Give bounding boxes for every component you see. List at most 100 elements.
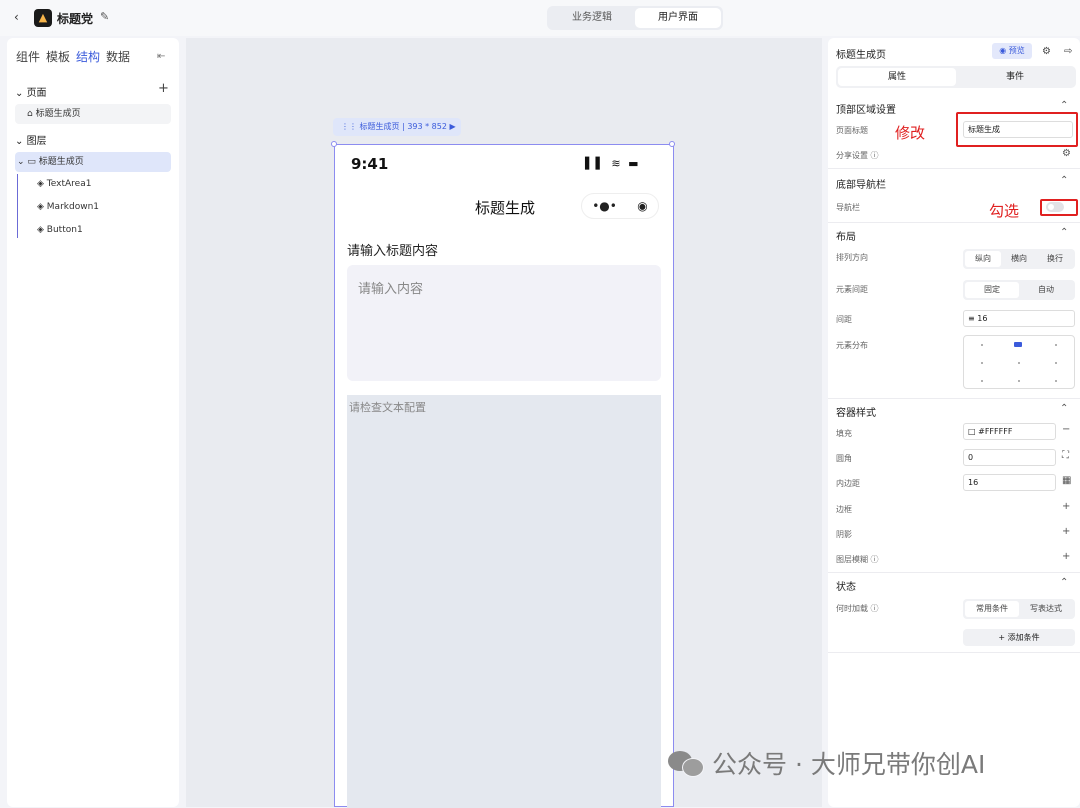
- add-condition-button[interactable]: + 添加条件: [963, 629, 1075, 646]
- watermark: 公众号 · 大师兄带你创AI: [668, 745, 985, 781]
- mode-ui-tab[interactable]: 用户界面: [635, 8, 721, 28]
- layer-tree-line: [17, 174, 18, 238]
- state-header[interactable]: 状态: [836, 578, 856, 593]
- page-item[interactable]: ⌂ 标题生成页: [15, 104, 171, 124]
- more-icon[interactable]: •●•: [592, 199, 617, 213]
- divider: [828, 222, 1080, 223]
- back-chevron-icon[interactable]: ‹: [14, 10, 19, 24]
- load-segment: 常用条件 写表达式: [963, 599, 1075, 619]
- distribution-grid[interactable]: [963, 335, 1075, 389]
- layers-header-label: 图层: [26, 136, 47, 147]
- markdown-component[interactable]: 请检查文本配置: [347, 395, 661, 808]
- expand-icon[interactable]: ⇨: [1064, 46, 1072, 57]
- dist-dot[interactable]: [981, 362, 983, 364]
- add-border-icon[interactable]: +: [1062, 501, 1070, 512]
- mode-switch: 业务逻辑 用户界面: [547, 6, 723, 30]
- properties-panel: 标题生成页 ◉ 预览 ⚙ ⇨ 属性 事件 顶部区域设置 ⌃ 页面标题 标题生成 …: [828, 38, 1080, 807]
- chevron-up-icon[interactable]: ⌃: [1060, 227, 1068, 238]
- layer-root-label: 标题生成页: [38, 157, 84, 167]
- add-page-icon[interactable]: +: [158, 81, 169, 96]
- property-tabs: 属性 事件: [836, 66, 1076, 88]
- gap-input[interactable]: ≡ 16: [963, 310, 1075, 327]
- resize-handle[interactable]: [669, 141, 675, 147]
- pages-header[interactable]: ⌄ 页面: [15, 84, 47, 99]
- app-logo: ▲: [34, 9, 52, 27]
- direction-vertical[interactable]: 纵向: [965, 251, 1001, 267]
- dist-dot[interactable]: [1018, 362, 1020, 364]
- tab-components[interactable]: 组件: [16, 48, 40, 65]
- share-settings-icon[interactable]: ⚙: [1062, 148, 1071, 159]
- tab-data[interactable]: 数据: [106, 48, 130, 65]
- style-header[interactable]: 容器样式: [836, 404, 876, 419]
- dist-dot[interactable]: [981, 380, 983, 382]
- edit-icon[interactable]: ✎: [100, 10, 109, 23]
- gap-fixed[interactable]: 固定: [965, 282, 1019, 298]
- tab-properties[interactable]: 属性: [838, 68, 956, 86]
- phone-frame[interactable]: 9:41 ▌▌ ≋ ▬ 标题生成 •●• ◉ 请输入标题内容 请输入内容 请检查…: [331, 141, 675, 808]
- top-section-header[interactable]: 顶部区域设置: [836, 101, 896, 116]
- highlight-nav-toggle: [1040, 199, 1078, 216]
- load-label: 何时加载 ⓘ: [836, 604, 879, 613]
- fill-value: #FFFFFF: [978, 427, 1013, 436]
- blur-label: 图层模糊 ⓘ: [836, 555, 879, 564]
- mini-capsule[interactable]: •●• ◉: [581, 193, 659, 219]
- tab-events[interactable]: 事件: [956, 68, 1074, 86]
- direction-wrap[interactable]: 换行: [1037, 251, 1073, 267]
- border-label: 边框: [836, 505, 852, 514]
- distribution-label: 元素分布: [836, 341, 868, 350]
- mode-logic-tab[interactable]: 业务逻辑: [549, 8, 635, 28]
- direction-label: 排列方向: [836, 253, 868, 262]
- page-item-label: 标题生成页: [35, 109, 81, 119]
- layer-item-textarea[interactable]: ◈ TextArea1: [37, 179, 91, 189]
- dist-dot[interactable]: [1055, 362, 1057, 364]
- corner-icon[interactable]: ⛶: [1062, 450, 1069, 461]
- left-tabs: 组件 模板 结构 数据: [16, 48, 130, 65]
- settings-icon[interactable]: ⚙: [1042, 46, 1051, 57]
- collapse-panel-icon[interactable]: ⇤: [157, 51, 165, 62]
- layer-item-button[interactable]: ◈ Button1: [37, 225, 83, 235]
- layers-header[interactable]: ⌄ 图层: [15, 132, 47, 147]
- pages-header-label: 页面: [26, 88, 47, 99]
- padding-input[interactable]: 16: [963, 474, 1056, 491]
- add-shadow-icon[interactable]: +: [1062, 526, 1070, 537]
- close-target-icon[interactable]: ◉: [637, 199, 647, 213]
- dist-dot[interactable]: [1018, 380, 1020, 382]
- resize-handle[interactable]: [331, 141, 337, 147]
- status-time: 9:41: [351, 155, 389, 173]
- padding-icon[interactable]: ▦: [1062, 475, 1071, 486]
- direction-horizontal[interactable]: 横向: [1001, 251, 1037, 267]
- tab-structure[interactable]: 结构: [76, 48, 100, 65]
- load-common[interactable]: 常用条件: [965, 601, 1019, 617]
- load-expression[interactable]: 写表达式: [1019, 601, 1073, 617]
- layer-root[interactable]: ⌄ ▭ 标题生成页: [15, 152, 171, 172]
- fill-label: 填充: [836, 429, 852, 438]
- add-blur-icon[interactable]: +: [1062, 551, 1070, 562]
- layout-header[interactable]: 布局: [836, 228, 856, 243]
- gap-auto[interactable]: 自动: [1019, 282, 1073, 298]
- bottom-nav-header[interactable]: 底部导航栏: [836, 176, 886, 191]
- dist-dot[interactable]: [1055, 344, 1057, 346]
- frame-label[interactable]: ⋮⋮ 标题生成页 | 393 * 852 ▶: [333, 118, 461, 136]
- dist-dot-active[interactable]: [1014, 342, 1022, 347]
- tab-templates[interactable]: 模板: [46, 48, 70, 65]
- layer-item-markdown[interactable]: ◈ Markdown1: [37, 202, 99, 212]
- dist-dot[interactable]: [1055, 380, 1057, 382]
- fill-input[interactable]: □ #FFFFFF: [963, 423, 1056, 440]
- field-label: 请输入标题内容: [347, 244, 439, 259]
- panel-title: 标题生成页: [836, 50, 886, 61]
- remove-fill-icon[interactable]: −: [1062, 424, 1070, 435]
- padding-label: 内边距: [836, 479, 860, 488]
- radius-input[interactable]: 0: [963, 449, 1056, 466]
- chevron-up-icon[interactable]: ⌃: [1060, 577, 1068, 588]
- textarea-component[interactable]: 请输入内容: [347, 265, 661, 381]
- nav-label: 导航栏: [836, 203, 860, 212]
- chevron-up-icon[interactable]: ⌃: [1060, 175, 1068, 186]
- status-icons: ▌▌ ≋ ▬: [585, 157, 641, 170]
- chevron-up-icon[interactable]: ⌃: [1060, 403, 1068, 414]
- preview-button[interactable]: ◉ 预览: [992, 43, 1032, 59]
- preview-label: 预览: [1008, 46, 1025, 55]
- structure-panel: 组件 模板 结构 数据 ⇤ ⌄ 页面 + ⌂ 标题生成页 ⌄ 图层 ⌄ ▭ 标题…: [7, 38, 179, 807]
- dist-dot[interactable]: [981, 344, 983, 346]
- annotation-check: 勾选: [989, 202, 1020, 220]
- chevron-up-icon[interactable]: ⌃: [1060, 100, 1068, 111]
